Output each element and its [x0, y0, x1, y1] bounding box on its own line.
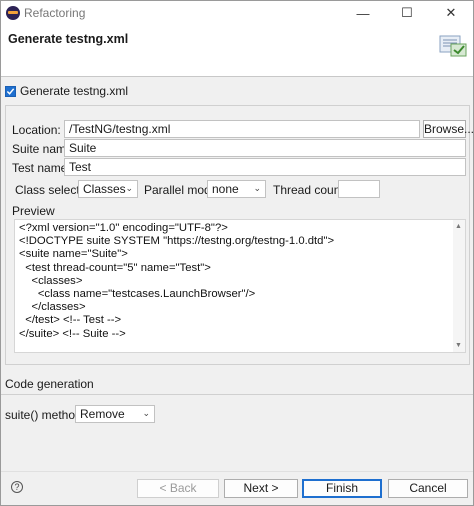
close-button[interactable]: ✕: [429, 1, 473, 25]
browse-button[interactable]: Browse...: [423, 120, 474, 138]
test-name-field[interactable]: Test: [64, 158, 466, 176]
class-selection-value: Classes: [83, 182, 126, 196]
thread-count-field[interactable]: [338, 180, 380, 198]
footer-divider: [1, 471, 473, 472]
title-bar: Refactoring — ☐ ✕: [1, 1, 473, 25]
location-field[interactable]: /TestNG/testng.xml: [64, 120, 420, 138]
thread-count-label: Thread count:: [273, 183, 348, 197]
back-button[interactable]: < Back: [137, 479, 219, 498]
scroll-up-icon[interactable]: ▲: [455, 223, 462, 230]
window-title: Refactoring: [24, 6, 86, 20]
parallel-mode-value: none: [212, 182, 239, 196]
refactor-wizard-icon: [439, 35, 467, 57]
chevron-down-icon: ⌄: [142, 408, 150, 418]
generate-testng-checkbox[interactable]: Generate testng.xml: [5, 84, 128, 98]
preview-label: Preview: [12, 204, 55, 218]
suite-methods-value: Remove: [80, 407, 125, 421]
suite-name-field[interactable]: Suite: [64, 139, 466, 157]
wizard-header: Generate testng.xml: [1, 25, 473, 77]
section-divider: [1, 394, 473, 395]
maximize-button[interactable]: ☐: [385, 1, 429, 25]
refactoring-dialog: Refactoring — ☐ ✕ Generate testng.xml Ge…: [0, 0, 474, 506]
checkbox-checked-icon[interactable]: [5, 85, 16, 97]
preview-textarea[interactable]: <?xml version="1.0" encoding="UTF-8"?> <…: [14, 219, 466, 353]
next-button[interactable]: Next >: [224, 479, 298, 498]
preview-scrollbar[interactable]: ▲ ▼: [453, 220, 465, 352]
test-name-label: Test name:: [12, 161, 71, 175]
chevron-down-icon: ⌄: [253, 183, 261, 193]
code-generation-label: Code generation: [5, 377, 94, 391]
testng-settings-group: Location: /TestNG/testng.xml Browse... S…: [5, 105, 474, 365]
minimize-button[interactable]: —: [341, 1, 385, 25]
scroll-down-icon[interactable]: ▼: [455, 342, 462, 349]
parallel-mode-dropdown[interactable]: none ⌄: [207, 180, 266, 198]
location-label: Location:: [12, 123, 61, 137]
eclipse-icon: [6, 6, 20, 20]
generate-testng-label: Generate testng.xml: [20, 84, 129, 98]
cancel-button[interactable]: Cancel: [388, 479, 468, 498]
page-title: Generate testng.xml: [8, 32, 129, 46]
help-icon[interactable]: ?: [11, 481, 23, 493]
preview-xml-text: <?xml version="1.0" encoding="UTF-8"?> <…: [19, 222, 335, 340]
suite-methods-dropdown[interactable]: Remove ⌄: [75, 405, 155, 423]
class-selection-dropdown[interactable]: Classes ⌄: [78, 180, 138, 198]
chevron-down-icon: ⌄: [125, 183, 133, 193]
finish-button[interactable]: Finish: [302, 479, 382, 498]
